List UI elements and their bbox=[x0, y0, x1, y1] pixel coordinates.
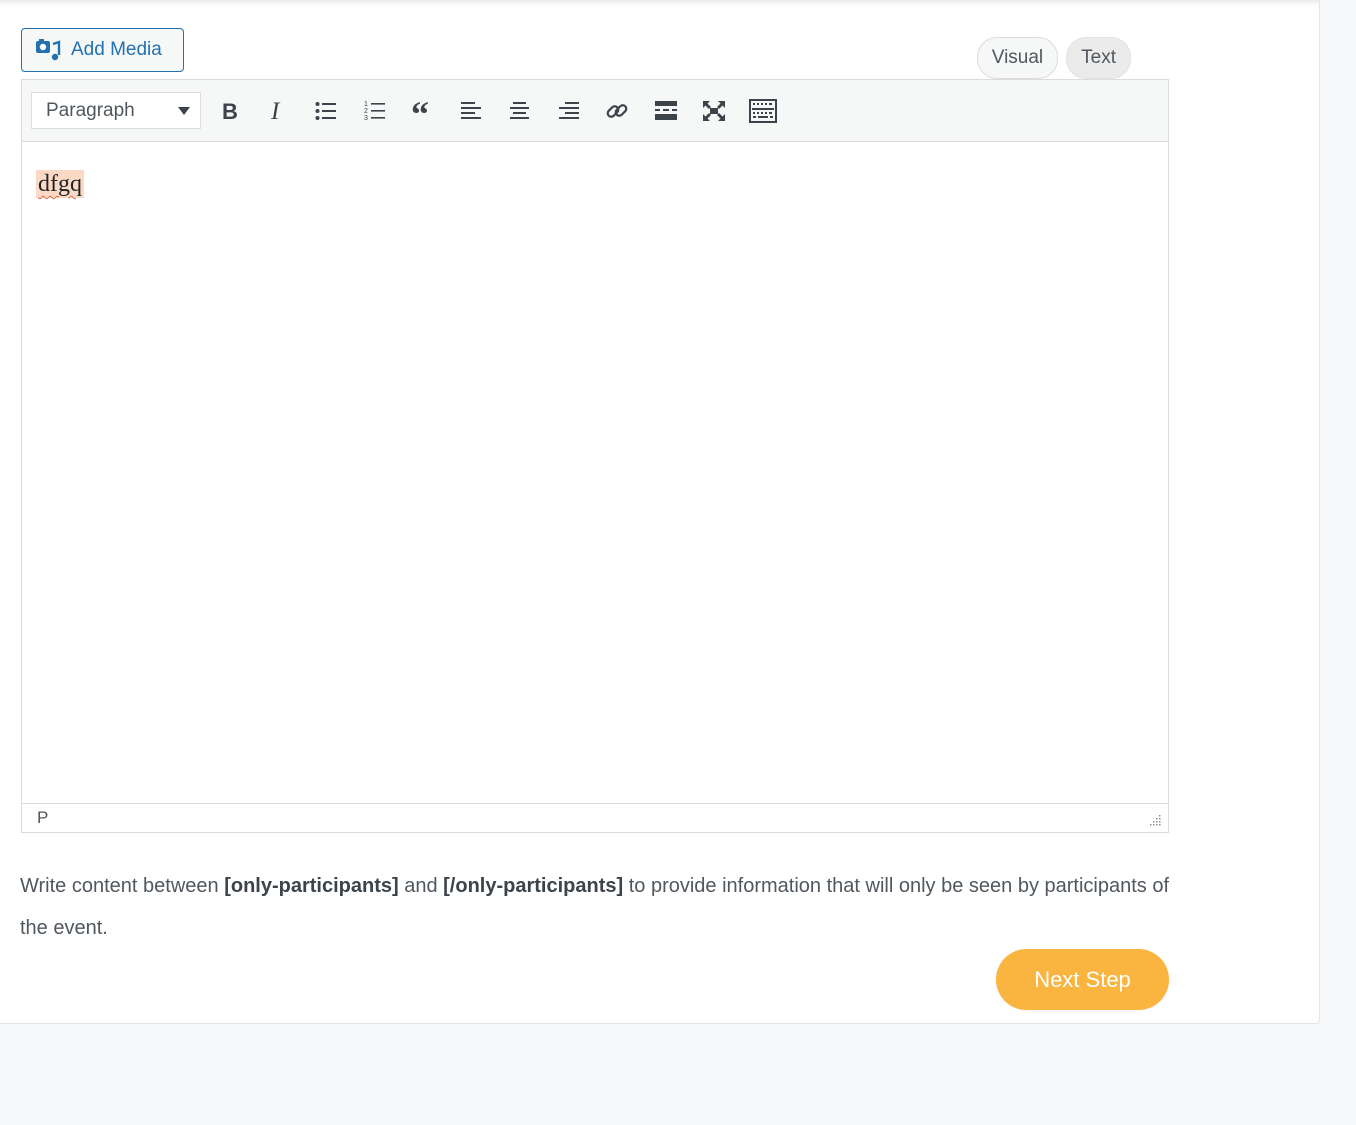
fullscreen-icon bbox=[702, 100, 726, 122]
add-media-label: Add Media bbox=[71, 39, 162, 60]
keyboard-icon bbox=[748, 98, 777, 123]
link-icon bbox=[605, 99, 629, 123]
next-step-button[interactable]: Next Step bbox=[996, 949, 1169, 1010]
help-tag-open: [only-participants] bbox=[224, 875, 399, 897]
bulleted-list-button[interactable] bbox=[304, 91, 348, 131]
tab-text[interactable]: Text bbox=[1066, 37, 1131, 79]
align-right-icon bbox=[558, 101, 580, 121]
read-more-button[interactable] bbox=[644, 91, 688, 131]
svg-text:1: 1 bbox=[364, 101, 368, 108]
italic-button[interactable]: I bbox=[256, 91, 300, 131]
rich-text-editor: Paragraph B I 1 2 3 “ dfgq P bbox=[21, 79, 1169, 833]
top-shadow bbox=[0, 0, 1320, 6]
read-more-icon bbox=[654, 100, 678, 122]
bold-icon: B bbox=[219, 100, 239, 122]
svg-text:B: B bbox=[222, 100, 238, 122]
align-center-icon bbox=[509, 101, 531, 121]
toolbar-toggle-button[interactable] bbox=[741, 91, 785, 131]
svg-text:2: 2 bbox=[364, 108, 368, 115]
help-tag-close: [/only-participants] bbox=[443, 875, 624, 897]
editor-card: Add Media Visual Text Paragraph B I 1 2 … bbox=[0, 0, 1320, 1024]
help-text-part2: and bbox=[398, 875, 444, 897]
svg-text:3: 3 bbox=[364, 115, 368, 122]
editor-statusbar: P bbox=[22, 803, 1168, 832]
participants-help-text: Write content between [only-participants… bbox=[20, 865, 1170, 949]
italic-icon: I bbox=[268, 100, 288, 122]
align-left-icon bbox=[460, 101, 483, 121]
bold-button[interactable]: B bbox=[207, 91, 251, 131]
svg-text:I: I bbox=[270, 100, 281, 122]
format-select-value: Paragraph bbox=[46, 99, 135, 121]
element-path[interactable]: P bbox=[37, 808, 48, 828]
fullscreen-button[interactable] bbox=[692, 91, 736, 131]
add-media-icon bbox=[35, 38, 61, 62]
numbered-list-button[interactable]: 1 2 3 bbox=[353, 91, 397, 131]
tab-visual[interactable]: Visual bbox=[976, 37, 1059, 79]
align-center-button[interactable] bbox=[498, 91, 542, 131]
blockquote-icon: “ bbox=[411, 100, 435, 122]
align-left-button[interactable] bbox=[450, 91, 494, 131]
chevron-down-icon bbox=[178, 106, 190, 115]
insert-link-button[interactable] bbox=[595, 91, 639, 131]
editor-content-area[interactable]: dfgq bbox=[22, 142, 1168, 802]
add-media-button[interactable]: Add Media bbox=[21, 28, 184, 72]
editor-mode-tabs: Visual Text bbox=[976, 37, 1131, 79]
bulleted-list-icon bbox=[315, 101, 337, 121]
svg-text:“: “ bbox=[411, 100, 429, 122]
align-right-button[interactable] bbox=[547, 91, 591, 131]
editor-content-text: dfgq bbox=[36, 170, 84, 198]
numbered-list-icon: 1 2 3 bbox=[364, 100, 386, 122]
help-text-part1: Write content between bbox=[20, 875, 225, 897]
format-select[interactable]: Paragraph bbox=[31, 92, 201, 129]
editor-toolbar: Paragraph B I 1 2 3 “ bbox=[22, 80, 1168, 142]
blockquote-button[interactable]: “ bbox=[401, 91, 445, 131]
resize-handle-icon[interactable] bbox=[1147, 813, 1161, 827]
